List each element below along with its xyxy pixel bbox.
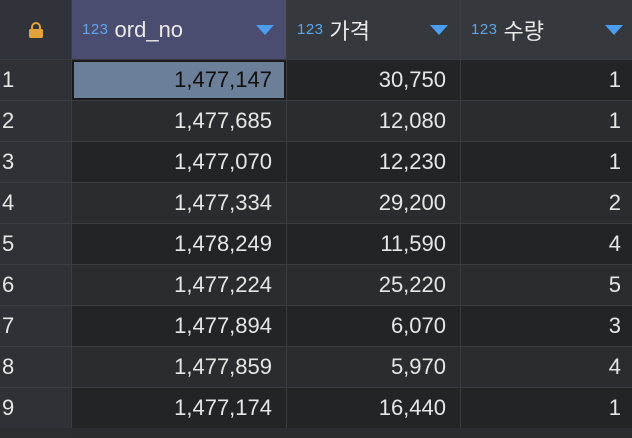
cell-ord-no[interactable]: 1,477,147 [72,60,286,100]
cell-qty[interactable]: 3 [461,306,632,346]
cell-price[interactable]: 12,080 [287,101,460,141]
cell-price[interactable]: 12,230 [287,142,460,182]
cell-qty[interactable]: 4 [461,347,632,387]
cell-qty[interactable]: 1 [461,101,632,141]
cell-partial [461,429,632,438]
cell-ord-no[interactable]: 1,477,224 [72,265,286,305]
cell-ord-no[interactable]: 1,477,070 [72,142,286,182]
cell-price[interactable]: 29,200 [287,183,460,223]
cell-qty[interactable]: 1 [461,142,632,182]
cell-price[interactable]: 6,070 [287,306,460,346]
cell-price[interactable]: 11,590 [287,224,460,264]
cell-qty[interactable]: 1 [461,60,632,100]
cell-ord-no[interactable]: 1,477,894 [72,306,286,346]
numeric-type-badge: 123 [471,21,498,38]
cell-price[interactable]: 25,220 [287,265,460,305]
result-grid: 123 ord_no 123 가격 123 수량 1 1,477,147 30,… [0,0,632,438]
column-header-label: 수량 [503,18,545,44]
cell-qty[interactable]: 5 [461,265,632,305]
chevron-down-icon[interactable] [605,24,623,35]
numeric-type-badge: 123 [297,21,324,38]
row-number[interactable]: 7 [0,306,71,346]
cell-ord-no[interactable]: 1,477,859 [72,347,286,387]
lock-icon [28,21,43,38]
cell-partial [72,429,286,438]
cell-ord-no[interactable]: 1,477,174 [72,388,286,428]
cell-ord-no[interactable]: 1,478,249 [72,224,286,264]
row-number-partial [0,429,71,438]
column-header-price[interactable]: 123 가격 [287,0,460,59]
column-header-ord-no[interactable]: 123 ord_no [72,0,286,59]
cell-qty[interactable]: 4 [461,224,632,264]
cell-ord-no[interactable]: 1,477,685 [72,101,286,141]
cell-ord-no[interactable]: 1,477,334 [72,183,286,223]
row-number[interactable]: 5 [0,224,71,264]
column-header-label: 가격 [329,18,371,44]
row-number[interactable]: 9 [0,388,71,428]
row-number[interactable]: 8 [0,347,71,387]
row-number[interactable]: 3 [0,142,71,182]
cell-price[interactable]: 5,970 [287,347,460,387]
cell-partial [287,429,460,438]
cell-price[interactable]: 16,440 [287,388,460,428]
cell-qty[interactable]: 2 [461,183,632,223]
row-number[interactable]: 1 [0,60,71,100]
cell-price[interactable]: 30,750 [287,60,460,100]
column-header-qty[interactable]: 123 수량 [461,0,632,59]
header-corner[interactable] [0,0,71,59]
column-header-label: ord_no [114,16,184,42]
cell-qty[interactable]: 1 [461,388,632,428]
row-number[interactable]: 6 [0,265,71,305]
chevron-down-icon[interactable] [256,24,274,35]
numeric-type-badge: 123 [82,21,109,38]
chevron-down-icon[interactable] [430,24,448,35]
row-number[interactable]: 4 [0,183,71,223]
row-number[interactable]: 2 [0,101,71,141]
